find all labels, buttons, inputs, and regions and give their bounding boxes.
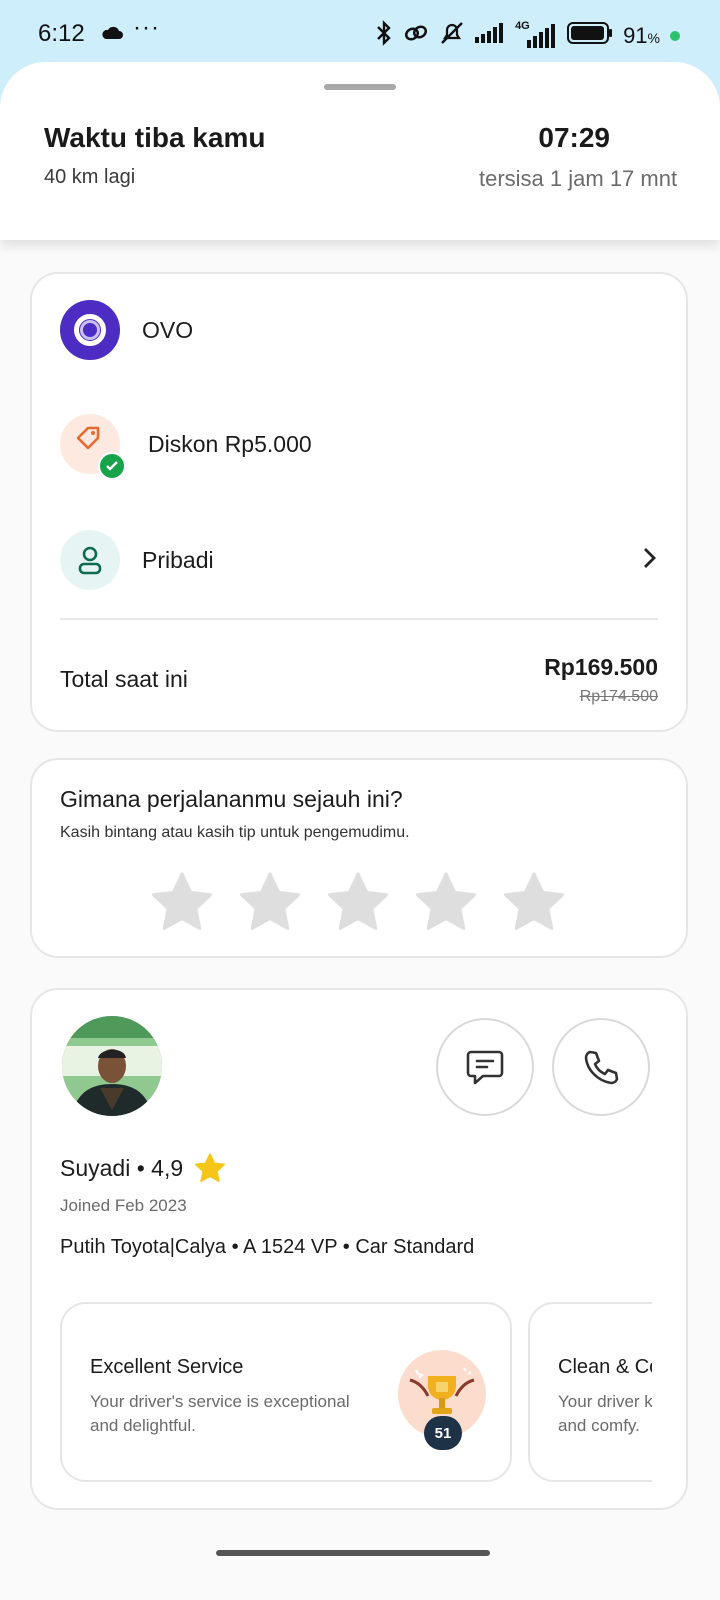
badge-title: Excellent Service	[90, 1356, 244, 1378]
star-4-icon[interactable]	[414, 870, 478, 934]
signal-icon	[475, 23, 505, 48]
badge-count: 51	[424, 1416, 462, 1450]
mute-icon	[439, 20, 465, 51]
home-indicator[interactable]	[216, 1550, 490, 1556]
chevron-right-icon[interactable]	[642, 546, 658, 575]
link-icon	[403, 22, 429, 49]
rating-star-icon	[195, 1153, 226, 1182]
total-label: Total saat ini	[60, 666, 188, 692]
badge-card[interactable]: Excellent Service Your driver's service …	[60, 1302, 512, 1482]
phone-icon	[584, 1050, 619, 1085]
discount-tag-icon	[60, 414, 126, 480]
star-2-icon[interactable]	[238, 870, 302, 934]
star-3-icon[interactable]	[326, 870, 390, 934]
profile-label: Pribadi	[142, 546, 214, 573]
total-price: Rp169.500	[544, 654, 658, 680]
eta-remaining: tersisa 1 jam 17 mnt	[479, 166, 678, 191]
discount-label: Diskon Rp5.000	[148, 430, 312, 457]
star-1-icon[interactable]	[150, 870, 214, 934]
ovo-logo	[60, 300, 120, 360]
driver-joined: Joined Feb 2023	[60, 1196, 187, 1215]
call-button[interactable]	[552, 1018, 650, 1116]
badge-description: Your driver's service is exceptional and…	[90, 1392, 350, 1435]
profile-row[interactable]: Pribadi	[60, 530, 658, 590]
payment-method-label: OVO	[142, 316, 194, 343]
status-time: 6:12	[38, 20, 85, 47]
status-bar: 6:12 ··· 4G 91%	[0, 0, 720, 64]
driver-name-rating: Suyadi • 4,9	[60, 1152, 227, 1184]
chat-icon	[466, 1050, 504, 1085]
divider	[60, 618, 658, 620]
driver-avatar	[62, 1016, 162, 1116]
payment-method-row[interactable]: OVO	[60, 300, 658, 360]
privacy-indicator-dot	[670, 30, 680, 41]
eta-header: Waktu tiba kamu 40 km lagi 07:29 tersisa…	[0, 62, 720, 240]
rating-card: Gimana perjalananmu sejauh ini? Kasih bi…	[30, 758, 688, 958]
check-icon	[98, 452, 126, 480]
trip-bottom-sheet: Waktu tiba kamu 40 km lagi 07:29 tersisa…	[0, 62, 720, 1600]
discount-row[interactable]: Diskon Rp5.000	[60, 414, 658, 480]
more-notifications-icon: ···	[133, 14, 160, 41]
eta-arrival-time: 07:29	[538, 122, 610, 153]
eta-distance: 40 km lagi	[44, 166, 136, 188]
signal-4g-icon: 4G	[515, 20, 557, 48]
cloud-icon	[100, 24, 124, 45]
person-icon	[60, 530, 120, 590]
battery-icon	[567, 22, 613, 49]
badge-card[interactable]: Clean & Comfy Your driver keeps the car …	[528, 1302, 652, 1482]
chat-button[interactable]	[436, 1018, 534, 1116]
sheet-drag-handle[interactable]	[324, 84, 396, 90]
badge-description: Your driver keeps the car spotless and c…	[558, 1392, 652, 1435]
star-rating	[150, 870, 566, 934]
compliment-badges-carousel[interactable]: Excellent Service Your driver's service …	[60, 1302, 652, 1484]
rating-title: Gimana perjalananmu sejauh ini?	[60, 786, 403, 812]
rating-subtitle: Kasih bintang atau kasih tip untuk penge…	[60, 824, 410, 841]
bluetooth-icon	[375, 20, 393, 51]
vehicle-info: Putih Toyota|Calya • A 1524 VP • Car Sta…	[60, 1236, 475, 1258]
original-price: Rp174.500	[579, 688, 658, 705]
driver-card: Suyadi • 4,9 Joined Feb 2023 Putih Toyot…	[30, 988, 688, 1510]
payment-card: OVO Diskon Rp5.000 Pribadi Total saat in…	[30, 272, 688, 732]
battery-percent: 91%	[623, 22, 660, 48]
star-5-icon[interactable]	[502, 870, 566, 934]
eta-title: Waktu tiba kamu	[44, 122, 266, 153]
badge-title: Clean & Comfy	[558, 1356, 652, 1378]
